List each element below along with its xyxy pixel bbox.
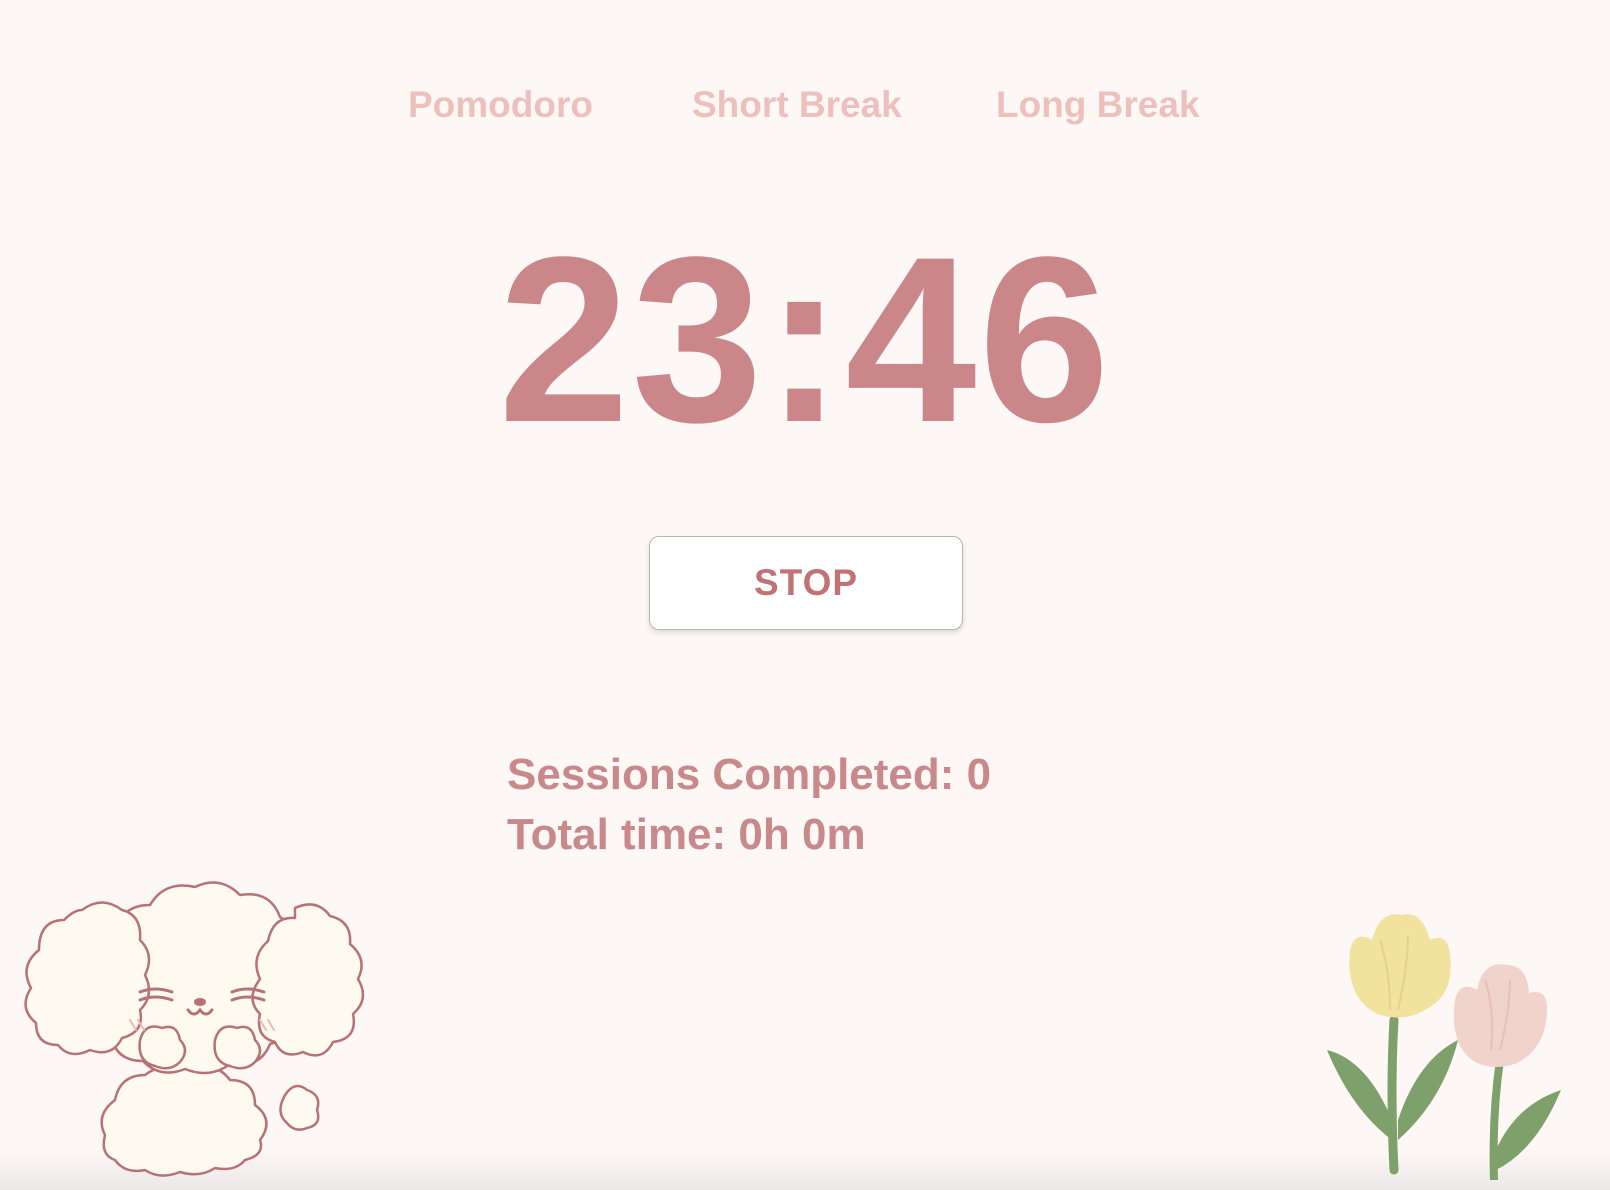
sessions-label: Sessions Completed: [507,750,955,799]
sessions-completed: Sessions Completed: 0 [507,745,991,805]
tab-short-break[interactable]: Short Break [692,80,902,130]
stats-panel: Sessions Completed: 0 Total time: 0h 0m [507,745,991,865]
sessions-value: 0 [966,750,992,799]
mode-tabs: Pomodoro Short Break Long Break [0,80,1610,130]
total-time-value: 0h 0m [738,810,866,859]
tab-pomodoro[interactable]: Pomodoro [408,80,593,130]
puppy-illustration [24,881,365,1177]
tab-long-break[interactable]: Long Break [996,80,1200,130]
total-time-label: Total time: [507,810,727,859]
stop-button[interactable]: STOP [649,536,963,630]
tulips-illustration [1327,914,1561,1180]
total-time: Total time: 0h 0m [507,805,991,865]
timer-display: 23:46 [498,208,1112,472]
pomodoro-app: Pomodoro Short Break Long Break 23:46 ST… [0,0,1610,1190]
